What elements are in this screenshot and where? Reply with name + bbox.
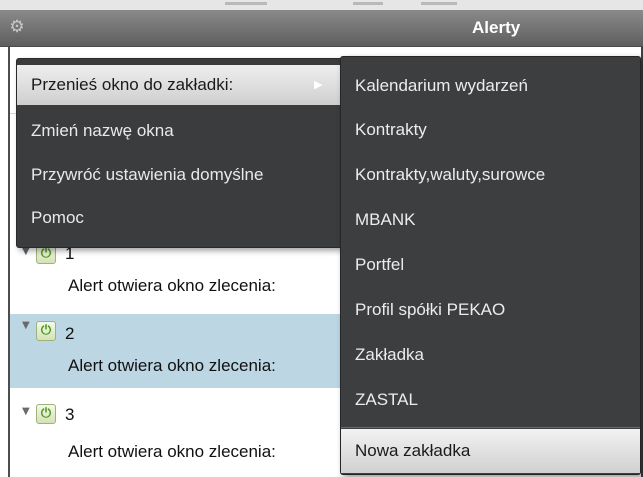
strip-mark	[421, 2, 457, 5]
top-strip	[0, 0, 643, 10]
power-icon[interactable]: ⏻	[36, 404, 56, 424]
strip-mark	[353, 2, 383, 5]
menu-item-label: Pomoc	[31, 208, 84, 227]
menu-item-label: Przenieś okno do zakładki:	[31, 75, 234, 94]
submenu-item-tab[interactable]: Kontrakty,waluty,surowce	[341, 153, 640, 197]
submenu-item-new-tab[interactable]: Nowa zakładka	[341, 429, 640, 473]
collapse-arrow-icon[interactable]: ▼	[22, 320, 30, 331]
submenu-item-tab[interactable]: ZASTAL	[341, 378, 640, 422]
submenu-item-tab[interactable]: Kalendarium wydarzeń	[341, 64, 640, 108]
context-menu: Przenieś okno do zakładki: ▶ Zmień nazwę…	[16, 58, 372, 248]
submenu-item-tab[interactable]: Portfel	[341, 243, 640, 287]
alert-description: Alert otwiera okno zlecenia:	[68, 442, 276, 461]
power-icon[interactable]: ⏻	[36, 321, 56, 341]
submenu-item-tab[interactable]: Zakładka	[341, 333, 640, 377]
strip-mark	[225, 2, 267, 5]
alert-description: Alert otwiera okno zlecenia:	[68, 356, 276, 375]
collapse-arrow-icon[interactable]: ▼	[22, 406, 30, 417]
gear-icon[interactable]: ⚙	[6, 16, 28, 38]
menu-separator	[341, 427, 640, 428]
alert-number: 2	[65, 324, 75, 343]
menu-item-move-to-tab[interactable]: Przenieś okno do zakładki: ▶	[17, 65, 371, 105]
menu-item-label: Przywróć ustawienia domyślne	[31, 165, 264, 184]
window-titlebar: ⚙ Alerty	[0, 10, 643, 47]
alert-description: Alert otwiera okno zlecenia:	[68, 276, 276, 295]
submenu-item-tab[interactable]: Kontrakty	[341, 108, 640, 152]
menu-item-label: Zmień nazwę okna	[31, 121, 174, 140]
submenu-item-tab[interactable]: Profil spółki PEKAO	[341, 288, 640, 332]
menu-item-restore-defaults[interactable]: Przywróć ustawienia domyślne	[17, 155, 371, 195]
menu-item-rename-window[interactable]: Zmień nazwę okna	[17, 111, 371, 151]
menu-item-help[interactable]: Pomoc	[17, 198, 371, 238]
submenu-arrow-icon: ▶	[314, 78, 323, 91]
alert-number: 3	[65, 405, 75, 424]
submenu-item-tab[interactable]: MBANK	[341, 198, 640, 242]
window-title: Alerty	[472, 18, 521, 37]
tab-submenu: Kalendarium wydarzeń Kontrakty Kontrakty…	[340, 56, 641, 475]
